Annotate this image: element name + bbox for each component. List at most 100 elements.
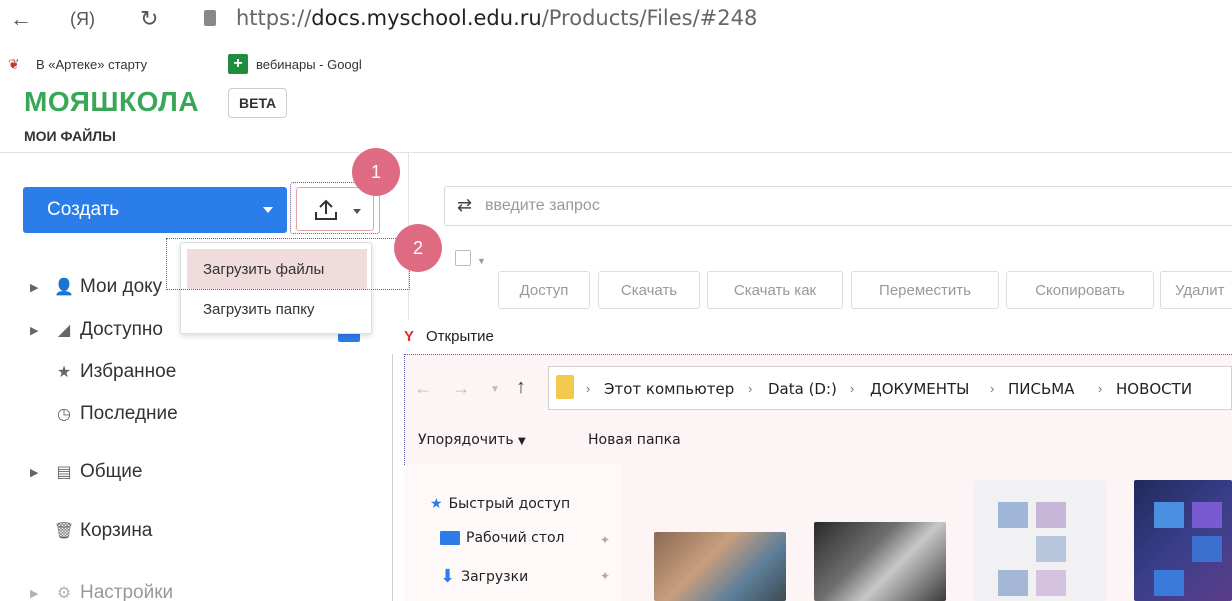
organize-label: Упорядочить — [418, 432, 514, 448]
expand-arrow-icon[interactable]: ▶ — [30, 466, 50, 479]
tree-item-label: Загрузки — [461, 568, 529, 585]
file-thumbnail[interactable] — [974, 480, 1106, 601]
open-dialog-titlebar: Y Открытие — [392, 320, 1232, 354]
url-path: /Products/Files/#248 — [541, 6, 758, 30]
chevron-right-icon: › — [1098, 381, 1103, 396]
star-icon: ★ — [430, 496, 443, 512]
google-sheets-icon: + — [228, 54, 248, 74]
sidebar-item-settings[interactable]: ▶ ⚙ Настройки — [30, 578, 173, 601]
search-input[interactable]: ⇄ введите запрос — [444, 186, 1232, 226]
pin-icon[interactable]: ✦ — [600, 569, 610, 583]
eagle-icon: ❦ — [8, 56, 20, 72]
bookmark-webinars[interactable]: + вебинары - Googl — [228, 52, 362, 76]
chevron-right-icon: › — [990, 381, 995, 396]
shared-icon: ◢ — [57, 322, 71, 339]
step-badge-1: 1 — [352, 148, 400, 196]
bookmark-label: В «Артеке» старту — [36, 56, 148, 72]
file-thumbnail[interactable] — [654, 532, 786, 601]
select-all-checkbox[interactable] — [455, 250, 471, 266]
sidebar-item-recent[interactable]: ◷ Последние — [30, 399, 178, 429]
upload-folder-item[interactable]: Загрузить папку — [187, 289, 367, 329]
forward-icon[interactable]: → — [452, 378, 470, 399]
sidebar-item-label: Настройки — [80, 582, 174, 601]
expand-arrow-icon[interactable]: ▶ — [30, 587, 50, 600]
sidebar-item-label: Мои доку — [80, 276, 163, 297]
lock-icon — [204, 10, 216, 26]
expand-arrow-icon[interactable]: ▶ — [30, 324, 50, 337]
chevron-right-icon: › — [850, 381, 855, 396]
tree-item-desktop[interactable]: Рабочий стол — [440, 530, 565, 546]
clock-icon: ◷ — [57, 406, 71, 423]
breadcrumb-news[interactable]: НОВОСТИ — [1116, 380, 1192, 398]
url-field[interactable]: https://docs.myschool.edu.ru/Products/Fi… — [236, 6, 757, 30]
file-thumbnail[interactable] — [1134, 480, 1232, 601]
create-button-label: Создать — [47, 199, 120, 220]
breadcrumb-this-pc[interactable]: Этот компьютер — [604, 380, 734, 398]
gear-icon: ⚙ — [56, 585, 72, 601]
yandex-icon[interactable]: (Я) — [70, 9, 95, 30]
highlight-frame-2 — [166, 238, 410, 290]
filter-icon[interactable]: ⇄ — [457, 195, 472, 216]
chevron-down-icon[interactable]: ▼ — [477, 256, 486, 266]
back-icon[interactable]: ← — [10, 6, 32, 32]
desktop-icon — [440, 531, 460, 545]
download-icon: ⬇ — [440, 566, 456, 587]
sidebar-item-shared-with-me[interactable]: ▶ ◢ Доступно — [30, 315, 163, 345]
tree-item-label: Быстрый доступ — [448, 496, 571, 512]
breadcrumb-letters[interactable]: ПИСЬМА — [1008, 380, 1074, 398]
dialog-title: Открытие — [426, 328, 494, 345]
sidebar-item-label: Последние — [80, 403, 178, 424]
reload-icon[interactable]: ↻ — [140, 6, 158, 32]
sidebar-item-label: Общие — [80, 461, 143, 482]
dialog-command-bar — [404, 422, 1232, 462]
user-icon: 👤 — [54, 279, 74, 296]
new-folder-button[interactable]: Новая папка — [588, 432, 681, 448]
folder-icon — [556, 375, 574, 399]
logo-thumbnail-icon — [1154, 502, 1222, 596]
organize-button[interactable]: Упорядочить ▼ — [418, 432, 526, 448]
yandex-browser-icon: Y — [404, 328, 415, 345]
tree-item-label: Рабочий стол — [466, 530, 565, 546]
logo-thumbnail-icon — [998, 502, 1066, 596]
tree-item-downloads[interactable]: ⬇ Загрузки — [440, 566, 528, 587]
access-button[interactable]: Доступ — [498, 271, 590, 309]
trash-icon: 🗑 — [53, 523, 75, 540]
breadcrumb-data-d[interactable]: Data (D:) — [768, 380, 837, 398]
copy-button[interactable]: Скопировать — [1006, 271, 1154, 309]
star-icon: ★ — [56, 364, 72, 381]
chevron-down-icon[interactable]: ▼ — [490, 384, 500, 395]
url-scheme: https:// — [236, 6, 312, 30]
header-divider — [0, 152, 1232, 153]
breadcrumb-documents[interactable]: ДОКУМЕНТЫ — [870, 380, 969, 398]
chevron-down-icon: ▼ — [518, 436, 526, 447]
dialog-border — [392, 320, 393, 601]
file-thumbnail[interactable] — [814, 522, 946, 601]
delete-button[interactable]: Удалит — [1160, 271, 1232, 309]
sidebar-item-favorites[interactable]: ★ Избранное — [30, 357, 176, 387]
pin-icon[interactable]: ✦ — [600, 533, 610, 547]
app-logo[interactable]: МОЯШКОЛА — [24, 86, 199, 118]
bookmark-label: вебинары - Googl — [256, 56, 362, 72]
bookmark-artek[interactable]: ❦ В «Артеке» старту — [8, 52, 147, 76]
back-icon[interactable]: ← — [414, 378, 432, 399]
tree-item-quick-access[interactable]: ★ Быстрый доступ — [430, 496, 570, 512]
sidebar-item-label: Избранное — [80, 361, 177, 382]
download-as-button[interactable]: Скачать как — [707, 271, 843, 309]
browser-address-bar: ← (Я) ↻ https://docs.myschool.edu.ru/Pro… — [0, 0, 1232, 42]
sidebar-item-common[interactable]: ▶ ▤ Общие — [30, 457, 142, 487]
beta-badge: BETA — [228, 88, 288, 118]
sidebar-item-trash[interactable]: 🗑 Корзина — [30, 516, 153, 546]
url-host: docs.myschool.edu.ru — [311, 6, 542, 30]
create-button[interactable]: Создать — [23, 187, 287, 233]
move-button[interactable]: Переместить — [851, 271, 999, 309]
chevron-down-icon[interactable] — [263, 207, 273, 213]
step-badge-2: 2 — [394, 224, 442, 272]
sidebar-item-my-documents[interactable]: ▶ 👤 Мои доку — [30, 272, 162, 302]
download-button[interactable]: Скачать — [598, 271, 700, 309]
chevron-right-icon: › — [748, 381, 753, 396]
up-arrow-icon[interactable]: ↑ — [516, 376, 526, 399]
sidebar-item-label: Доступно — [80, 319, 163, 340]
expand-arrow-icon[interactable]: ▶ — [30, 281, 50, 294]
sidebar-item-label: Корзина — [80, 520, 153, 541]
search-placeholder: введите запрос — [485, 197, 600, 214]
